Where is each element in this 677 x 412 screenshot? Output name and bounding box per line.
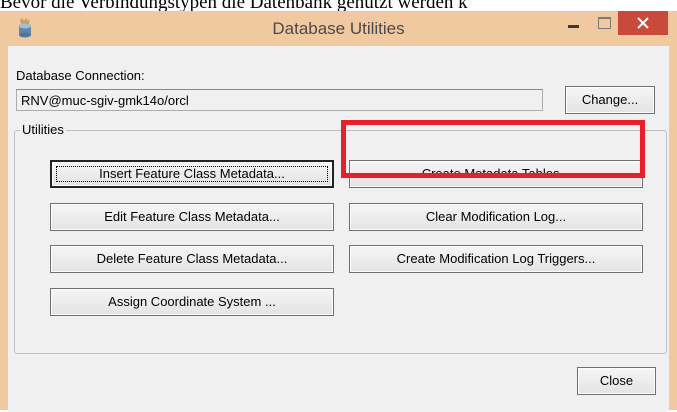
insert-feature-class-metadata-button[interactable]: Insert Feature Class Metadata... [50,160,334,188]
close-window-button[interactable] [618,11,668,35]
change-connection-button[interactable]: Change... [565,86,655,114]
database-utilities-dialog: Database Utilities Database Connection: … [0,11,677,412]
database-connection-label: Database Connection: [16,68,145,83]
edit-feature-class-metadata-button[interactable]: Edit Feature Class Metadata... [50,203,334,231]
close-icon [637,17,649,29]
dialog-client-area: Database Connection: RNV@muc-sgiv-gmk14o… [8,46,669,412]
minimize-button[interactable] [556,11,590,35]
assign-coordinate-system-button[interactable]: Assign Coordinate System ... [50,288,334,316]
clear-modification-log-button[interactable]: Clear Modification Log... [349,203,643,231]
title-bar[interactable]: Database Utilities [0,11,677,46]
utilities-group-label: Utilities [20,122,66,137]
maximize-button[interactable] [590,11,618,35]
database-connection-field[interactable]: RNV@muc-sgiv-gmk14o/orcl [16,89,543,111]
delete-feature-class-metadata-button[interactable]: Delete Feature Class Metadata... [50,245,334,273]
close-button[interactable]: Close [577,367,656,395]
create-modification-log-triggers-button[interactable]: Create Modification Log Triggers... [349,245,643,273]
focus-ring [56,166,328,182]
highlight-annotation-box [341,120,645,178]
